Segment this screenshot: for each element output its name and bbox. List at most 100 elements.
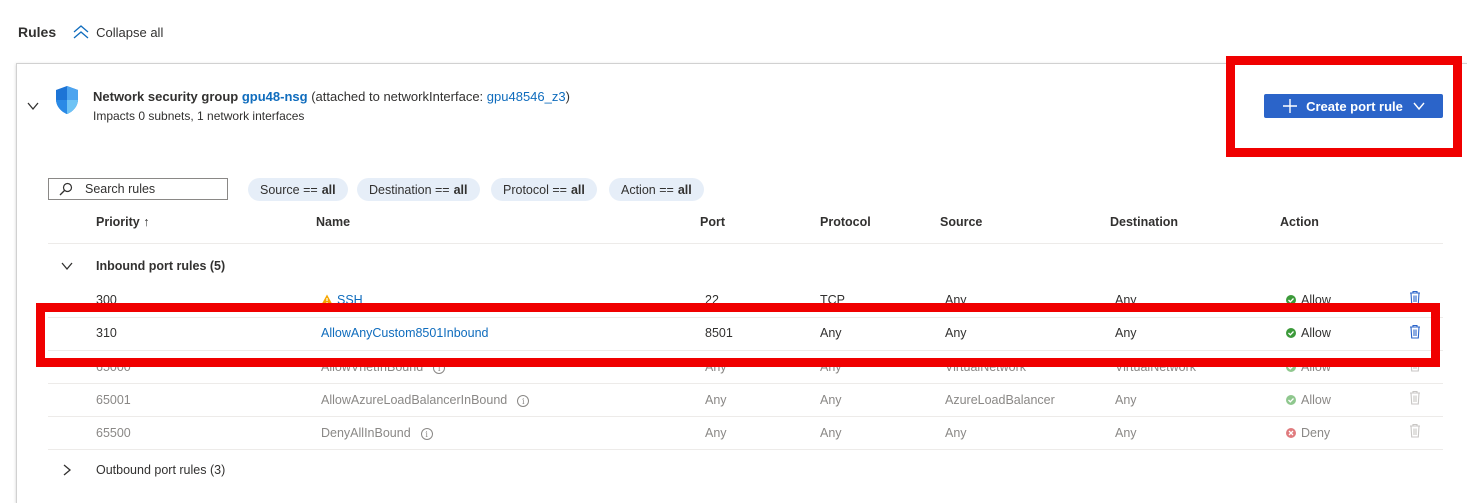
row-priority: 65000 xyxy=(96,360,131,374)
column-port[interactable]: Port xyxy=(700,215,725,229)
inbound-group-toggle[interactable]: Inbound port rules (5) xyxy=(60,259,225,273)
outbound-group-label: Outbound port rules (3) xyxy=(96,463,226,477)
row-destination: VirtualNetwork xyxy=(1115,360,1197,374)
nsg-title: Network security group gpu48-nsg (attach… xyxy=(93,89,570,104)
row-source: Any xyxy=(945,293,967,307)
plus-icon xyxy=(1283,99,1298,113)
row-destination: Any xyxy=(1115,293,1137,307)
row-action: Allow xyxy=(1286,293,1331,307)
column-action[interactable]: Action xyxy=(1280,215,1319,229)
trash-icon[interactable] xyxy=(1409,324,1421,339)
create-port-rule-button[interactable]: Create port rule xyxy=(1264,94,1443,118)
row-protocol: Any xyxy=(820,360,842,374)
info-icon[interactable]: i xyxy=(433,361,446,374)
check-circle-icon xyxy=(1286,395,1296,405)
divider xyxy=(48,416,1443,417)
row-destination: Any xyxy=(1115,326,1137,340)
row-action: Deny xyxy=(1286,426,1330,440)
nsg-impacts: Impacts 0 subnets, 1 network interfaces xyxy=(93,109,305,123)
divider xyxy=(48,243,1443,244)
column-name[interactable]: Name xyxy=(316,215,350,229)
divider xyxy=(48,449,1443,450)
action-label: Allow xyxy=(1301,393,1331,407)
row-protocol: TCP xyxy=(820,293,845,307)
search-input[interactable] xyxy=(83,181,213,197)
rule-name-text: DenyAllInBound xyxy=(321,426,411,440)
filter-label: Action == xyxy=(621,182,674,197)
row-protocol: Any xyxy=(820,393,842,407)
row-protocol: Any xyxy=(820,326,842,340)
collapse-all-button[interactable]: Collapse all xyxy=(72,24,163,40)
rule-name-text: AllowAzureLoadBalancerInBound xyxy=(321,393,508,407)
search-icon xyxy=(59,182,73,196)
check-circle-icon xyxy=(1286,362,1296,372)
row-source: VirtualNetwork xyxy=(945,360,1027,374)
row-action: Allow xyxy=(1286,393,1331,407)
trash-icon[interactable] xyxy=(1409,290,1421,305)
row-priority: 65500 xyxy=(96,426,131,440)
action-label: Allow xyxy=(1301,360,1331,374)
search-box[interactable] xyxy=(48,178,228,200)
row-priority: 310 xyxy=(96,326,117,340)
column-protocol[interactable]: Protocol xyxy=(820,215,871,229)
filter-value: all xyxy=(453,182,468,197)
row-source: Any xyxy=(945,426,967,440)
chevron-right-icon xyxy=(63,464,72,476)
rule-name: AllowAzureLoadBalancerInBound i xyxy=(321,393,530,407)
nic-link[interactable]: gpu48546_z3 xyxy=(487,89,566,104)
outbound-group-toggle[interactable]: Outbound port rules (3) xyxy=(60,463,225,477)
filter-label: Source == xyxy=(260,182,318,197)
rule-name: SSH xyxy=(337,293,363,307)
info-icon[interactable]: i xyxy=(517,394,530,407)
check-circle-icon xyxy=(1286,328,1296,338)
filter-label: Destination == xyxy=(369,182,450,197)
trash-icon xyxy=(1410,390,1420,405)
rule-name-text: AllowVnetInBound xyxy=(321,360,424,374)
rule-name-link[interactable]: SSH xyxy=(321,293,363,307)
row-action: Allow xyxy=(1286,360,1331,374)
filter-value: all xyxy=(321,182,336,197)
nsg-card xyxy=(16,63,1467,503)
check-circle-icon xyxy=(1286,295,1296,305)
row-priority: 65001 xyxy=(96,393,131,407)
column-priority[interactable]: Priority ↑ xyxy=(96,215,150,229)
nsg-name-link[interactable]: gpu48-nsg xyxy=(242,89,308,104)
filter-value: all xyxy=(677,182,692,197)
action-label: Allow xyxy=(1301,293,1331,307)
filter-label: Protocol == xyxy=(503,182,567,197)
rule-name: DenyAllInBound i xyxy=(321,426,433,440)
filter-value: all xyxy=(570,182,585,197)
nsg-attached-prefix: (attached to networkInterface: xyxy=(311,89,484,104)
chevron-down-icon[interactable] xyxy=(26,99,40,113)
row-destination: Any xyxy=(1115,426,1137,440)
filter-source[interactable]: Source == all xyxy=(248,178,348,201)
divider xyxy=(48,317,1443,318)
inbound-group-label: Inbound port rules (5) xyxy=(96,259,226,273)
row-port: 22 xyxy=(705,293,719,307)
chevron-down-icon xyxy=(1413,102,1425,111)
nsg-attached-suffix: ) xyxy=(565,89,570,104)
chevrons-up-icon xyxy=(73,25,89,39)
x-circle-icon xyxy=(1286,428,1296,438)
collapse-all-label: Collapse all xyxy=(96,24,164,40)
nsg-prefix: Network security group xyxy=(93,89,239,104)
trash-icon xyxy=(1410,357,1420,372)
row-port: 8501 xyxy=(705,326,733,340)
rule-name: AllowVnetInBound i xyxy=(321,360,446,374)
row-action: Allow xyxy=(1286,326,1331,340)
divider xyxy=(48,350,1443,351)
warning-icon xyxy=(321,294,333,305)
column-destination[interactable]: Destination xyxy=(1110,215,1178,229)
filter-destination[interactable]: Destination == all xyxy=(357,178,480,201)
filter-protocol[interactable]: Protocol == all xyxy=(491,178,597,201)
chevron-down-icon xyxy=(61,262,73,271)
row-port: Any xyxy=(705,393,727,407)
row-port: Any xyxy=(705,426,727,440)
column-source[interactable]: Source xyxy=(940,215,982,229)
rule-name-link[interactable]: AllowAnyCustom8501Inbound xyxy=(321,326,488,340)
row-protocol: Any xyxy=(820,426,842,440)
row-priority: 300 xyxy=(96,293,117,307)
shield-icon xyxy=(56,86,78,114)
filter-action[interactable]: Action == all xyxy=(609,178,704,201)
info-icon[interactable]: i xyxy=(420,427,433,440)
